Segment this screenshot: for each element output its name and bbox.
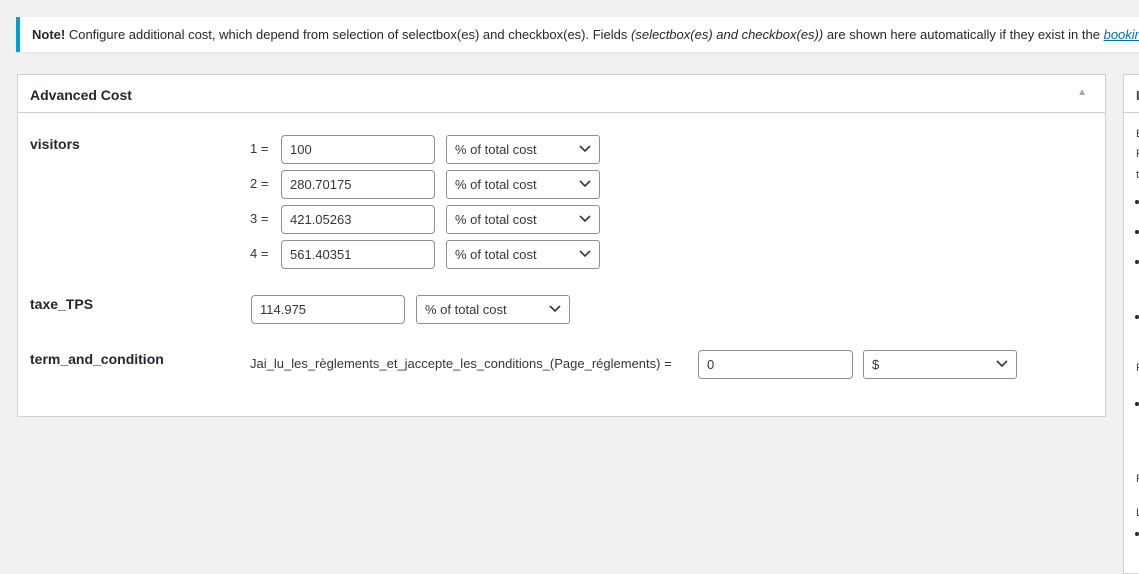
note-strong: Note! [32, 27, 66, 42]
term-and-condition-label: term_and_condition [30, 351, 164, 367]
bullet [1135, 230, 1139, 234]
bullet [1135, 315, 1139, 319]
side-panel: I E F t F F L [1123, 74, 1139, 574]
visitors-option-4-num: 4 = [250, 246, 269, 261]
select-value: % of total cost [455, 142, 537, 157]
note-text-2: are shown here automatically if they exi… [823, 27, 1104, 42]
term-value[interactable] [698, 350, 853, 379]
side-panel-divider [1124, 112, 1139, 113]
bullet [1135, 532, 1139, 536]
advanced-cost-panel: Advanced Cost ▲ visitors 1 = % of total … [17, 74, 1106, 417]
chevron-down-icon [549, 305, 561, 313]
select-value: % of total cost [455, 177, 537, 192]
visitors-option-2-num: 2 = [250, 176, 269, 191]
panel-title: Advanced Cost [30, 87, 132, 103]
visitors-label: visitors [30, 136, 80, 152]
select-value: % of total cost [455, 247, 537, 262]
visitors-option-2-type-select[interactable]: % of total cost [446, 170, 600, 199]
visitors-option-1-value[interactable] [281, 135, 435, 164]
select-value: % of total cost [455, 212, 537, 227]
bullet [1135, 402, 1139, 406]
visitors-option-1-num: 1 = [250, 141, 269, 156]
visitors-option-3-value[interactable] [281, 205, 435, 234]
note-text-1: Configure additional cost, which depend … [65, 27, 632, 42]
chevron-down-icon [579, 215, 591, 223]
visitors-option-1-type-select[interactable]: % of total cost [446, 135, 600, 164]
select-value: % of total cost [425, 302, 507, 317]
visitors-option-2-value[interactable] [281, 170, 435, 199]
panel-header: Advanced Cost ▲ [18, 75, 1105, 113]
triangle-up-icon[interactable]: ▲ [1077, 87, 1087, 98]
visitors-option-4-value[interactable] [281, 240, 435, 269]
note-notice: Note! Configure additional cost, which d… [16, 17, 1139, 52]
term-type-select[interactable]: $ [863, 350, 1017, 379]
taxe-tps-type-select[interactable]: % of total cost [416, 295, 570, 324]
visitors-option-3-num: 3 = [250, 211, 269, 226]
select-value: $ [872, 357, 880, 372]
booking-form-link[interactable]: booking fo [1104, 27, 1139, 42]
chevron-down-icon [579, 180, 591, 188]
chevron-down-icon [579, 145, 591, 153]
visitors-option-4-type-select[interactable]: % of total cost [446, 240, 600, 269]
visitors-option-3-type-select[interactable]: % of total cost [446, 205, 600, 234]
taxe-tps-value[interactable] [251, 295, 405, 324]
taxe-tps-label: taxe_TPS [30, 296, 94, 312]
note-italic: (selectbox(es) and checkbox(es)) [631, 27, 824, 42]
bullet [1135, 200, 1139, 204]
term-option-label: Jai_lu_les_règlements_et_jaccepte_les_co… [250, 356, 672, 371]
bullet [1135, 260, 1139, 264]
chevron-down-icon [579, 250, 591, 258]
chevron-down-icon [996, 360, 1008, 368]
